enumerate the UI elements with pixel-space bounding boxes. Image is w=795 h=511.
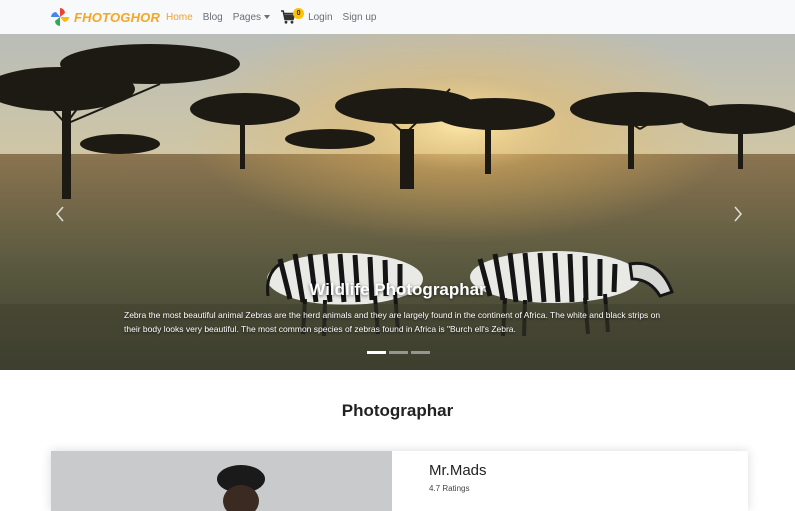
carousel-caption-title: Wildlife Photographar (309, 280, 486, 299)
photographer-card: Mr.Mads 4.7 Ratings (51, 451, 748, 511)
nav-link-signup[interactable]: Sign up (343, 12, 377, 23)
brand-name: FHOTOGHOR (74, 9, 161, 25)
section-title: Photographar (341, 401, 454, 420)
pinwheel-logo-icon (51, 8, 69, 26)
nav-link-pages-label: Pages (232, 11, 262, 23)
cart-count-badge: 0 (293, 8, 305, 19)
caret-down-icon (264, 15, 271, 19)
nav-link-pages[interactable]: Pages (232, 11, 271, 23)
chevron-left-icon[interactable] (53, 204, 67, 224)
navbar: FHOTOGHOR Home Blog Pages 0 Login Sign u… (0, 0, 795, 34)
photographer-portrait (51, 451, 392, 511)
cart-button[interactable]: 0 (280, 8, 305, 26)
nav-link-blog[interactable]: Blog (203, 12, 223, 23)
photographer-photo (51, 451, 392, 511)
carousel-indicators (367, 351, 433, 354)
nav-link-home[interactable]: Home (166, 12, 193, 23)
chevron-right-icon[interactable] (731, 204, 745, 224)
carousel-indicator[interactable] (367, 351, 386, 354)
nav-link-login[interactable]: Login (308, 12, 332, 23)
carousel-indicator[interactable] (389, 351, 408, 354)
hero-carousel: Wildlife Photographar Zebra the most bea… (0, 34, 795, 370)
photographer-name: Mr.Mads (429, 462, 487, 479)
nav-menu: Home Blog Pages 0 Login Sign up (166, 0, 386, 34)
carousel-indicator[interactable] (411, 351, 430, 354)
brand[interactable]: FHOTOGHOR (50, 5, 160, 29)
carousel-caption-text: Zebra the most beautiful animal Zebras a… (124, 310, 661, 334)
photographer-rating: 4.7 Ratings (429, 484, 470, 493)
